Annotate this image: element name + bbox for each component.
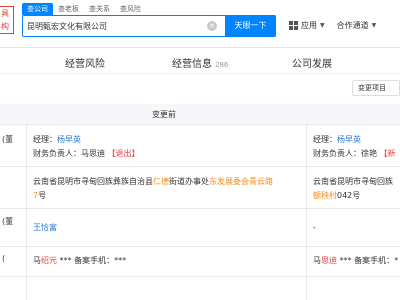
logo[interactable]: 具构 bbox=[0, 6, 14, 34]
cell-text: 街道办事处 bbox=[169, 177, 209, 186]
tab-company[interactable]: 查公司 bbox=[22, 3, 53, 15]
partner-channel-menu[interactable]: 合作通道 bbox=[337, 20, 369, 31]
person-link[interactable]: 杨早英 bbox=[57, 135, 81, 144]
cell-text: *** 备案手机：*** bbox=[57, 256, 127, 265]
section-label: 公司发展 bbox=[292, 59, 332, 70]
section-label: 经营风险 bbox=[65, 59, 105, 70]
person-link[interactable]: 杨早英 bbox=[337, 135, 361, 144]
table-header: 变更前 bbox=[0, 104, 400, 124]
clear-icon[interactable]: × bbox=[207, 21, 217, 31]
chevron-down-icon: ▼ bbox=[320, 21, 325, 29]
apps-grid-icon bbox=[289, 20, 298, 30]
tab-relation[interactable]: 查关系 bbox=[84, 3, 115, 15]
chevron-down-icon: ▼ bbox=[371, 21, 377, 29]
cell-text: 云南省昆明市寻甸回族彝族自治县 bbox=[33, 177, 153, 186]
cell-text: 经理： bbox=[313, 135, 337, 144]
row-label: (董 bbox=[2, 217, 14, 226]
cell-text: 财务负责人：马思迪 bbox=[33, 149, 108, 158]
table-row: 云南省昆明市寻甸回族 额秧村042号 bbox=[313, 176, 393, 201]
cell-text: 号 bbox=[38, 191, 47, 200]
cell-text: 马 bbox=[33, 256, 41, 265]
search-input[interactable] bbox=[23, 17, 207, 35]
table-row: 马思迪 *** 备案手机：* bbox=[313, 255, 398, 266]
divider bbox=[0, 276, 400, 277]
cell-text: 042号 bbox=[337, 191, 361, 200]
cell-text: 财务负责人：徐艳 bbox=[313, 149, 380, 158]
cell-text: - bbox=[313, 223, 316, 232]
divider bbox=[306, 124, 307, 300]
highlight-text: 额秧村 bbox=[313, 191, 337, 200]
highlight-text: 思迪 bbox=[321, 256, 337, 265]
divider bbox=[0, 124, 400, 125]
highlight-text: 仁德 bbox=[153, 177, 169, 186]
table-row: 经理：杨早英 财务负责人：徐艳 【新 bbox=[313, 134, 396, 159]
section-business-info[interactable]: 经营信息 286 bbox=[172, 55, 228, 70]
change-record-table: 变更前 (董 (董 ( 经理：杨早英 财务负责人：马思迪 【退出】 经理：杨早英… bbox=[0, 104, 400, 300]
highlight-text: 绍元 bbox=[41, 256, 57, 265]
new-tag: 【新 bbox=[379, 149, 396, 158]
section-nav: 经营风险 经营信息 286 公司发展 bbox=[0, 48, 400, 74]
top-nav: 应用 ▼ 合作通道 ▼ bbox=[289, 18, 376, 32]
table-row: 经理：杨早英 财务负责人：马思迪 【退出】 bbox=[33, 134, 140, 159]
divider bbox=[0, 166, 400, 167]
cell-text: *** 备案手机：* bbox=[337, 256, 399, 265]
search-button[interactable]: 天眼一下 bbox=[225, 15, 276, 37]
divider bbox=[0, 246, 400, 247]
row-label: (董 bbox=[2, 135, 14, 144]
section-label: 经营信息 bbox=[172, 59, 212, 70]
cell-text: 经理： bbox=[33, 135, 57, 144]
tab-boss[interactable]: 查老板 bbox=[53, 3, 84, 15]
table-row: 云南省昆明市寻甸回族彝族自治县仁德街道办事处东发展委会青云路 7号 bbox=[33, 176, 301, 201]
header-before: 变更前 bbox=[152, 110, 176, 119]
table-row: 马绍元 *** 备案手机：*** bbox=[33, 255, 126, 266]
section-company-development[interactable]: 公司发展 bbox=[292, 55, 332, 70]
exit-tag: 【退出】 bbox=[107, 149, 140, 158]
row-label: ( bbox=[2, 254, 6, 263]
divider bbox=[26, 124, 27, 300]
person-link[interactable]: 王恰富 bbox=[33, 222, 57, 233]
top-bar: 具构 查公司 查老板 查关系 查风险 × 天眼一下 应用 ▼ 合作通道 ▼ bbox=[0, 0, 400, 48]
search-tabs: 查公司 查老板 查关系 查风险 bbox=[22, 3, 146, 15]
divider bbox=[0, 208, 400, 209]
change-item-filter-button[interactable]: 变更项目 bbox=[352, 80, 400, 96]
section-count: 286 bbox=[215, 61, 229, 69]
section-business-risk[interactable]: 经营风险 bbox=[65, 55, 105, 70]
apps-menu[interactable]: 应用 bbox=[301, 20, 317, 31]
tab-risk[interactable]: 查风险 bbox=[115, 3, 146, 15]
cell-text: 马 bbox=[313, 256, 321, 265]
highlight-text: 东发展委会青云路 bbox=[209, 177, 273, 186]
cell-text: 云南省昆明市寻甸回族 bbox=[313, 177, 393, 186]
